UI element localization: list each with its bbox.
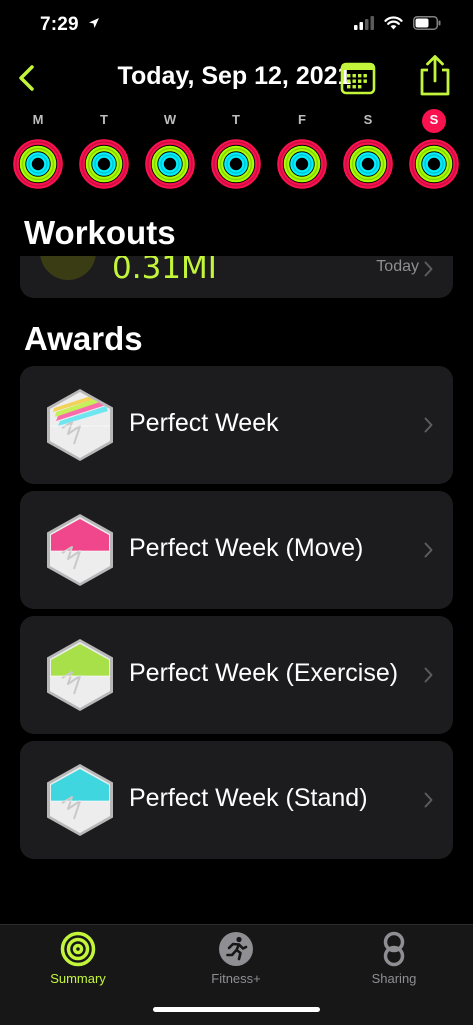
day-column[interactable]: S [341,106,395,194]
location-arrow-icon [89,18,99,28]
award-title: Perfect Week (Move) [129,534,364,562]
chevron-right-icon [424,667,433,683]
home-indicator [153,1007,320,1012]
day-letter: W [163,112,177,127]
sharing-icon [383,931,405,967]
runner-icon [219,932,253,966]
activity-rings-icon [13,139,63,189]
week-strip: MTWTFSS [0,106,473,195]
award-badge-icon [47,639,113,711]
tab-sharing-label: Sharing [371,971,417,986]
tab-fitness-plus[interactable]: Fitness+ [176,925,296,995]
chevron-right-icon [424,542,433,558]
tab-fitness-plus-label: Fitness+ [211,971,261,986]
status-time: 7:29 [40,14,79,35]
tab-sharing[interactable]: Sharing [334,925,454,995]
day-letter: F [298,112,306,127]
workouts-heading-label: Workouts [24,214,176,251]
page-title: Today, Sep 12, 2021 [0,62,473,91]
battery-icon [413,16,441,30]
day-column[interactable]: M [11,106,65,194]
day-letter: T [232,112,240,127]
award-badge-icon [47,514,113,586]
activity-rings-icon [343,139,393,189]
tab-summary[interactable]: Summary [18,925,138,995]
award-row[interactable]: Perfect Week (Stand) [20,741,453,859]
day-letter: T [100,112,108,127]
award-badge-icon [47,389,113,461]
award-row[interactable]: Perfect Week [20,366,453,484]
award-title: Perfect Week (Exercise) [129,659,399,687]
award-title: Perfect Week [129,409,279,437]
day-column[interactable]: T [77,106,131,194]
share-button[interactable] [416,54,454,96]
tab-summary-label: Summary [50,971,106,986]
day-letter: S [429,112,439,127]
award-row[interactable]: Perfect Week (Move) [20,491,453,609]
activity-rings-icon [211,139,261,189]
workout-date: Today [376,258,419,275]
day-column[interactable]: F [275,106,329,194]
activity-rings-icon [79,139,129,189]
day-column[interactable]: S [407,106,461,194]
chevron-right-icon [424,417,433,433]
status-bar: 7:29 [0,0,473,52]
awards-heading: Awards [24,320,143,357]
activity-rings-icon [145,139,195,189]
award-row[interactable]: Perfect Week (Exercise) [20,616,453,734]
award-title: Perfect Week (Stand) [129,784,368,812]
page-title-text: Today, Sep 12, 2021 [117,62,352,90]
day-letter: S [363,112,373,127]
cellular-signal-icon [354,16,374,30]
chevron-right-icon [424,792,433,808]
activity-rings-icon [277,139,327,189]
activity-rings-icon [409,139,459,189]
rings-icon [60,931,96,967]
day-column[interactable]: W [143,106,197,194]
calendar-button[interactable] [340,60,376,96]
chevron-right-icon [424,261,433,277]
day-column[interactable]: T [209,106,263,194]
day-letter: M [32,112,44,127]
nav-bar: Today, Sep 12, 2021 [0,52,473,104]
award-badge-icon [47,764,113,836]
wifi-icon [384,16,403,30]
